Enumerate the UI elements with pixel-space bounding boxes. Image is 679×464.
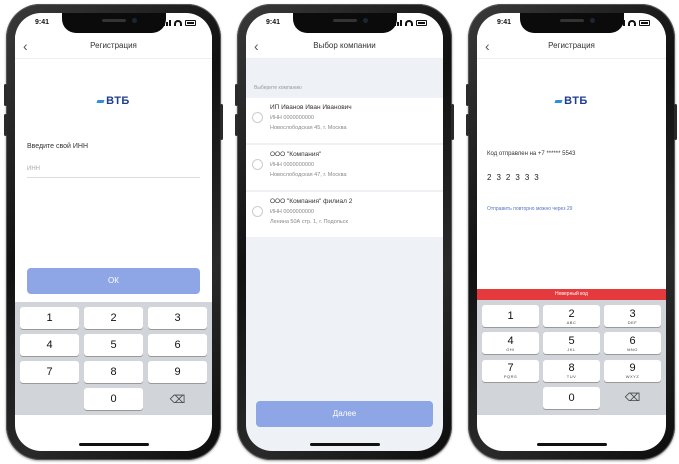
wifi-icon	[174, 20, 182, 26]
code-input[interactable]: 2 3 2 3 3 3	[487, 173, 539, 182]
key-5[interactable]: 5	[84, 334, 143, 356]
code-digit: 3	[515, 173, 520, 182]
key-4[interactable]: 4	[20, 334, 79, 356]
company-name: ИП Иванов Иван Иванович	[270, 104, 352, 111]
numeric-keypad: 1 2 ABC 3 DEF 4 GHI 5 JKL 6 MNO 7 PQRS 8 TUV 9W…	[477, 300, 666, 415]
code-digit: 2	[505, 173, 511, 182]
status-time: 9:41	[35, 19, 50, 26]
notch	[292, 13, 397, 33]
screen-company-select: 9:41 ‹ Выбор компании Выберите компанию …	[246, 13, 443, 451]
section-label: Выберите компанию	[254, 85, 302, 91]
volume-button	[466, 84, 469, 106]
nav-bar: ‹ Регистрация	[477, 35, 666, 59]
key-4[interactable]: 4 GHI	[482, 332, 539, 355]
home-indicator[interactable]	[309, 443, 380, 446]
key-0[interactable]: 0	[543, 386, 600, 409]
power-button	[220, 104, 223, 140]
key-0[interactable]: 0	[84, 388, 143, 410]
page-title: Выбор компании	[313, 41, 376, 50]
page-title: Регистрация	[548, 41, 595, 50]
company-item[interactable]: ИП Иванов Иван Иванович ИНН 0000000000 Н…	[246, 98, 443, 144]
battery-icon	[416, 20, 427, 26]
key-7[interactable]: 7	[20, 361, 79, 383]
ok-button[interactable]: ОК	[27, 268, 200, 294]
resend-link[interactable]: Отправить повторно можно через 29	[487, 206, 572, 212]
radio-button[interactable]	[252, 112, 263, 123]
key-9[interactable]: 9 WXYZ	[604, 359, 661, 382]
company-inn: ИНН 0000000000	[270, 162, 315, 168]
key-empty	[482, 387, 539, 409]
key-3[interactable]: 3	[148, 307, 207, 329]
code-digit: 3	[524, 173, 530, 182]
radio-button[interactable]	[252, 206, 263, 217]
company-name: ООО "Компания" филиал 2	[270, 198, 353, 205]
sms-sent-text: Код отправлен на +7 ****** 5543	[487, 151, 576, 157]
notch	[61, 13, 166, 33]
key-8[interactable]: 8	[84, 361, 143, 383]
backspace-icon[interactable]: ⌫	[148, 388, 207, 410]
vtb-logo: ВТБ	[477, 95, 666, 107]
key-1[interactable]: 1	[20, 307, 79, 329]
key-9[interactable]: 9	[148, 361, 207, 383]
phone-frame-inn: 9:41 ‹ Регистрация ВТБ Введите свой ИНН …	[4, 4, 223, 460]
key-8[interactable]: 8 TUV	[543, 359, 600, 382]
notch	[519, 13, 624, 33]
code-digit: 2	[487, 173, 492, 182]
backspace-icon[interactable]: ⌫	[604, 387, 661, 409]
volume-button	[235, 114, 238, 136]
key-5[interactable]: 5 JKL	[543, 332, 600, 355]
battery-icon	[185, 20, 196, 26]
error-banner: Неверный код	[477, 289, 666, 300]
key-3[interactable]: 3 DEF	[604, 305, 661, 327]
company-item[interactable]: ООО "Компания" ИНН 0000000000 Новослобод…	[246, 145, 443, 191]
home-indicator[interactable]	[78, 443, 149, 446]
status-time: 9:41	[497, 19, 512, 26]
power-button	[451, 104, 454, 140]
key-2[interactable]: 2 ABC	[543, 305, 600, 327]
company-address: Ленина 50А стр. 1, г. Подольск	[270, 219, 348, 225]
key-1[interactable]: 1	[482, 305, 539, 327]
battery-icon	[639, 20, 650, 26]
screen-inn-entry: 9:41 ‹ Регистрация ВТБ Введите свой ИНН …	[15, 13, 212, 451]
page-title: Регистрация	[90, 41, 137, 50]
numeric-keypad: 1 2 3 4 5 6 7 8 9 0 ⌫	[15, 302, 212, 415]
volume-button	[235, 84, 238, 106]
key-6[interactable]: 6	[148, 334, 207, 356]
code-digit: 3	[534, 173, 539, 182]
wifi-icon	[628, 20, 636, 26]
code-digit: 3	[496, 173, 501, 182]
volume-button	[4, 84, 7, 106]
wifi-icon	[405, 20, 413, 26]
company-address: Новослободская 47, г. Москва	[270, 172, 347, 178]
power-button	[674, 104, 677, 140]
company-name: ООО "Компания"	[270, 151, 322, 158]
phone-frame-company: 9:41 ‹ Выбор компании Выберите компанию …	[235, 4, 454, 460]
vtb-logo: ВТБ	[15, 95, 212, 107]
company-address: Новослободская 45, г. Москва	[270, 125, 347, 131]
home-indicator[interactable]	[536, 443, 607, 446]
key-empty	[20, 388, 79, 410]
nav-bar: ‹ Выбор компании	[246, 35, 443, 59]
next-button[interactable]: Далее	[256, 401, 433, 427]
radio-button[interactable]	[252, 159, 263, 170]
company-inn: ИНН 0000000000	[270, 115, 315, 121]
phone-frame-sms: 9:41 ‹ Регистрация ВТБ Код отправлен на …	[466, 4, 677, 460]
key-6[interactable]: 6 MNO	[604, 332, 661, 355]
company-item[interactable]: ООО "Компания" филиал 2 ИНН 0000000000 Л…	[246, 192, 443, 238]
screen-sms-code: 9:41 ‹ Регистрация ВТБ Код отправлен на …	[477, 13, 666, 451]
volume-button	[466, 114, 469, 136]
nav-bar: ‹ Регистрация	[15, 35, 212, 59]
company-inn: ИНН 0000000000	[270, 209, 315, 215]
key-7[interactable]: 7 PQRS	[482, 359, 539, 382]
volume-button	[4, 114, 7, 136]
key-2[interactable]: 2	[84, 307, 143, 329]
inn-input[interactable]: ИНН	[27, 164, 200, 178]
status-time: 9:41	[266, 19, 281, 26]
inn-label: Введите свой ИНН	[27, 143, 89, 150]
